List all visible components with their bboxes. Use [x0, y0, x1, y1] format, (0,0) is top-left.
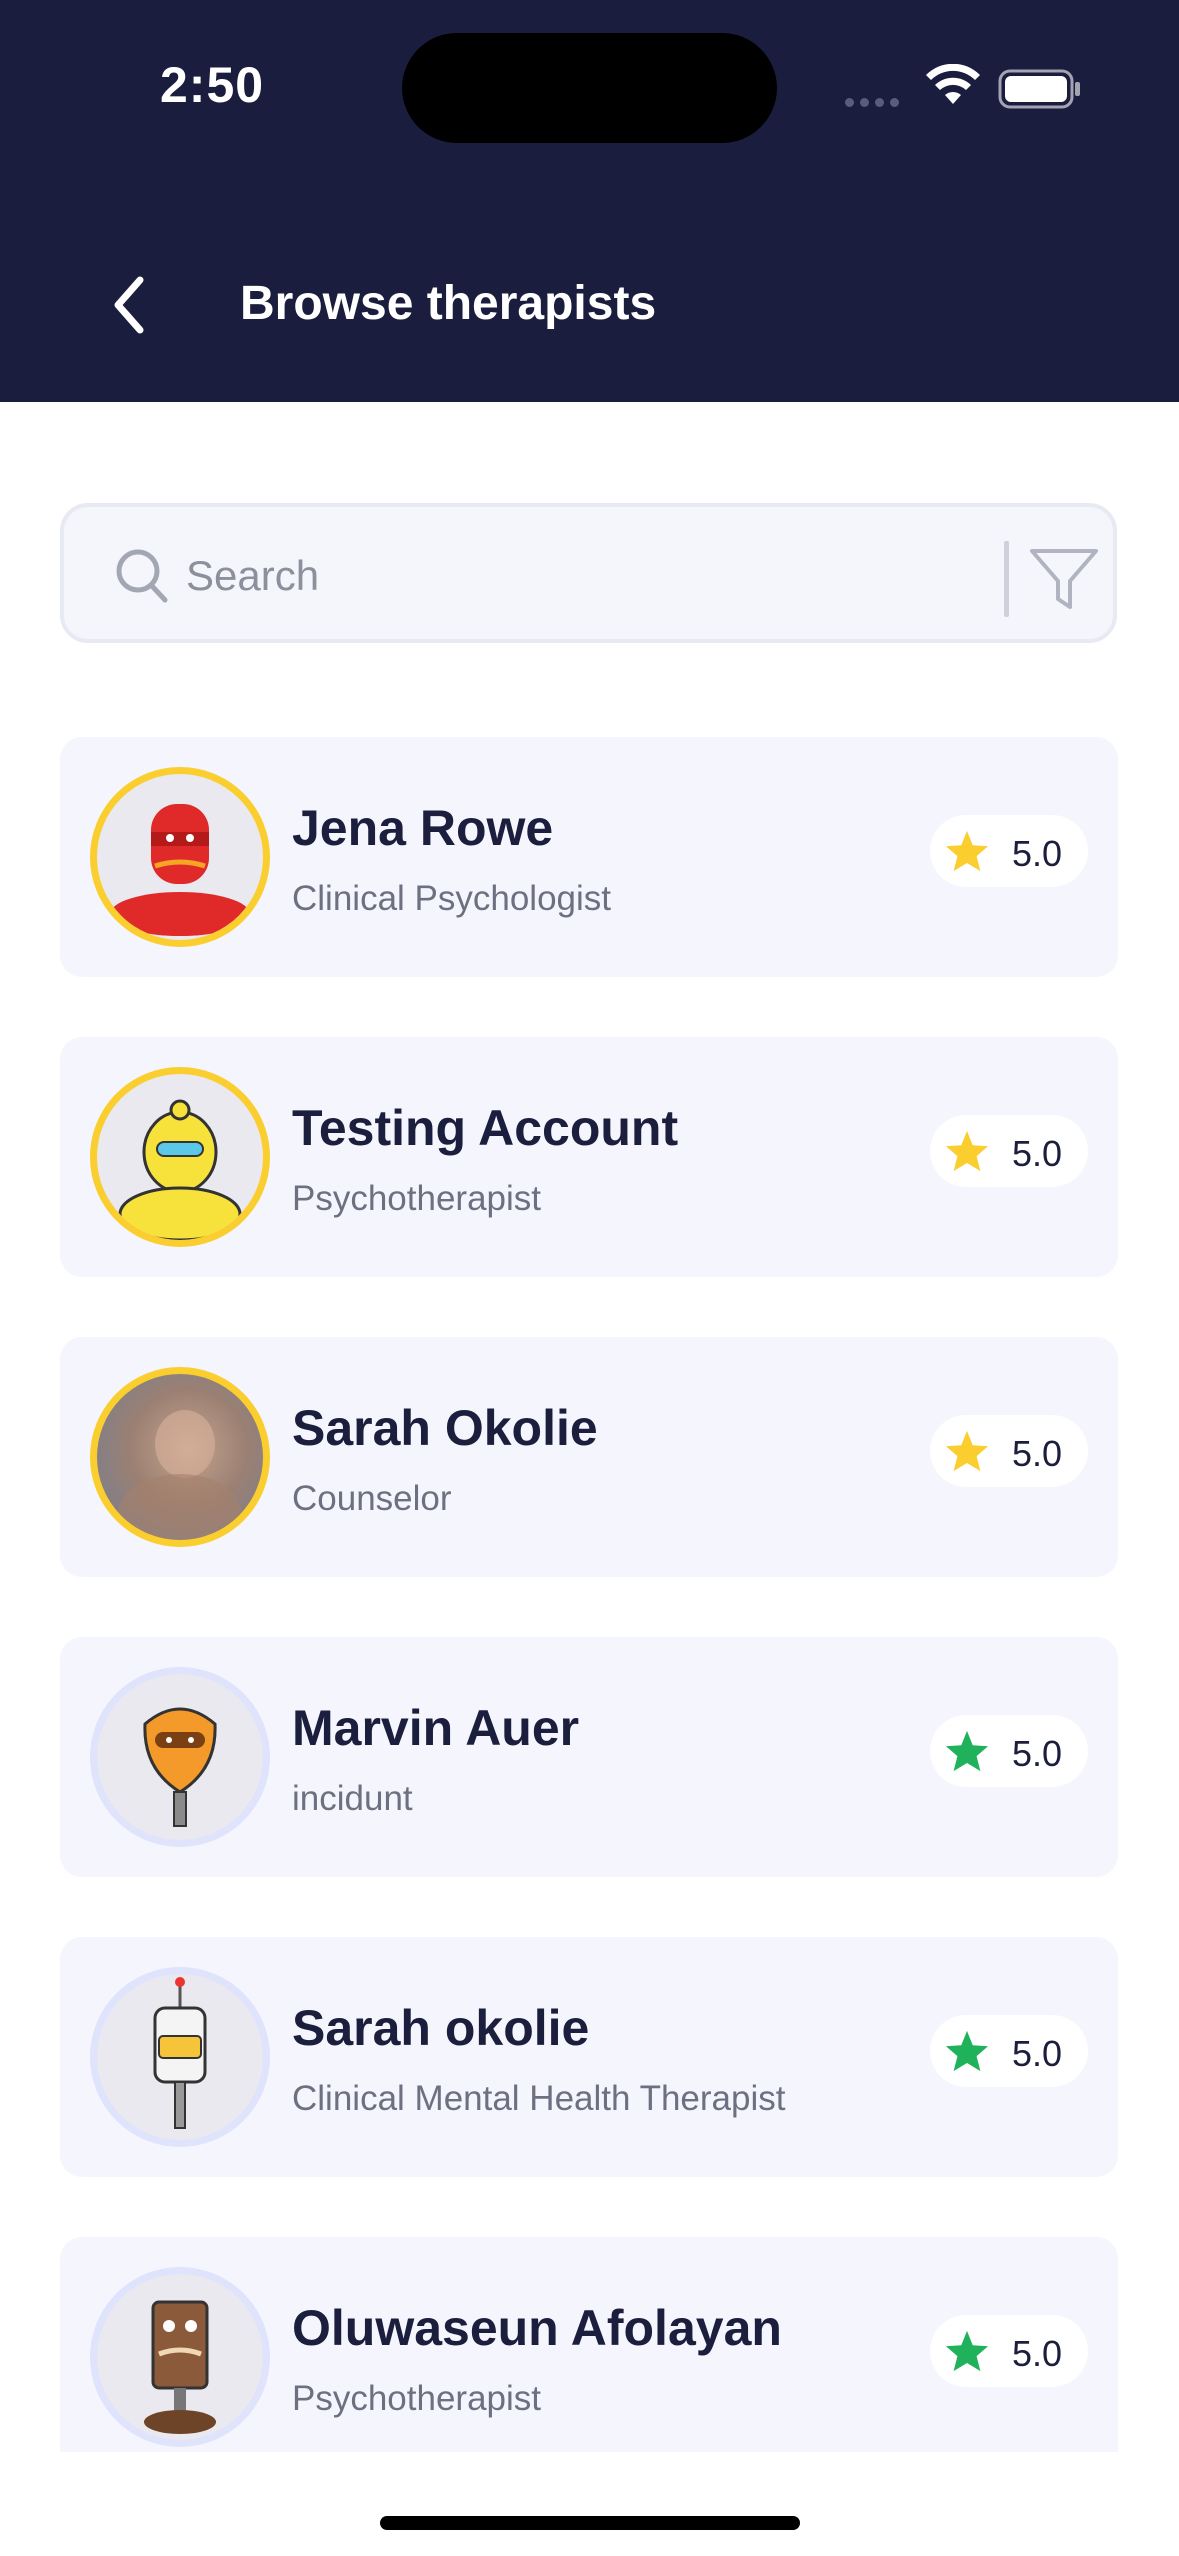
rating-value: 5.0: [1012, 833, 1063, 874]
rating-badge: 5.0: [930, 2315, 1088, 2387]
filter-icon[interactable]: [1026, 541, 1102, 617]
white-robot-avatar: [153, 1977, 207, 2129]
therapist-role: Clinical Psychologist: [292, 879, 612, 918]
therapist-card[interactable]: Jena Rowe Clinical Psychologist 5.0: [60, 737, 1118, 977]
rating-value: 5.0: [1012, 1133, 1063, 1174]
rating-badge: 5.0: [930, 1415, 1088, 1487]
therapist-role: Psychotherapist: [292, 2379, 542, 2418]
brown-robot-avatar: [144, 2300, 216, 2434]
therapist-role: incidunt: [292, 1779, 413, 1818]
search-icon: [116, 549, 168, 603]
therapist-avatar: [90, 767, 270, 947]
therapist-avatar: [90, 1367, 270, 1547]
star-icon: [945, 1130, 989, 1172]
therapist-card[interactable]: Oluwaseun Afolayan Psychotherapist 5.0: [60, 2237, 1118, 2477]
therapist-name: Testing Account: [292, 1100, 679, 1156]
home-indicator[interactable]: [380, 2516, 800, 2530]
therapist-role: Psychotherapist: [292, 1179, 542, 1218]
therapist-role: Clinical Mental Health Therapist: [292, 2079, 786, 2118]
orange-robot-avatar: [143, 1707, 217, 1827]
star-icon: [945, 2330, 989, 2372]
star-icon: [945, 2030, 989, 2072]
rating-badge: 5.0: [930, 1715, 1088, 1787]
rating-badge: 5.0: [930, 2015, 1088, 2087]
red-robot-avatar: [110, 804, 250, 936]
rating-value: 5.0: [1012, 1433, 1063, 1474]
rating-badge: 5.0: [930, 1115, 1088, 1187]
page-title: Browse therapists: [240, 277, 657, 330]
search-bar: [60, 503, 1117, 643]
status-time: 2:50: [160, 57, 265, 113]
app-header: 2:50 Browse therapists: [0, 0, 1179, 402]
blurred-photo-avatar: [118, 1410, 242, 1540]
therapist-name: Sarah okolie: [292, 2000, 590, 2056]
back-chevron-icon[interactable]: [100, 270, 160, 340]
rating-badge: 5.0: [930, 815, 1088, 887]
therapist-name: Sarah Okolie: [292, 1400, 598, 1456]
yellow-robot-avatar: [118, 1099, 242, 1240]
star-icon: [945, 1430, 989, 1472]
therapist-card[interactable]: Sarah Okolie Counselor 5.0: [60, 1337, 1118, 1577]
search-input[interactable]: [184, 537, 948, 615]
therapist-avatar: [90, 1967, 270, 2147]
battery-icon: [998, 69, 1080, 109]
therapist-card[interactable]: Marvin Auer incidunt 5.0: [60, 1637, 1118, 1877]
dynamic-island: [402, 33, 777, 143]
therapist-role: Counselor: [292, 1479, 452, 1518]
therapist-avatar: [90, 1067, 270, 1247]
star-icon: [945, 1730, 989, 1772]
therapist-avatar: [90, 2267, 270, 2447]
search-divider: [1004, 541, 1009, 617]
rating-value: 5.0: [1012, 2033, 1063, 2074]
wifi-icon: [926, 64, 980, 104]
therapist-name: Jena Rowe: [292, 800, 554, 856]
therapist-card[interactable]: Testing Account Psychotherapist 5.0: [60, 1037, 1118, 1277]
rating-value: 5.0: [1012, 1733, 1063, 1774]
therapist-card[interactable]: Sarah okolie Clinical Mental Health Ther…: [60, 1937, 1118, 2177]
bottom-safe-area: [0, 2452, 1179, 2556]
rating-value: 5.0: [1012, 2333, 1063, 2374]
therapist-name: Oluwaseun Afolayan: [292, 2300, 782, 2356]
star-icon: [945, 830, 989, 872]
therapist-name: Marvin Auer: [292, 1700, 580, 1756]
cellular-signal-icon: [845, 94, 905, 112]
therapist-avatar: [90, 1667, 270, 1847]
